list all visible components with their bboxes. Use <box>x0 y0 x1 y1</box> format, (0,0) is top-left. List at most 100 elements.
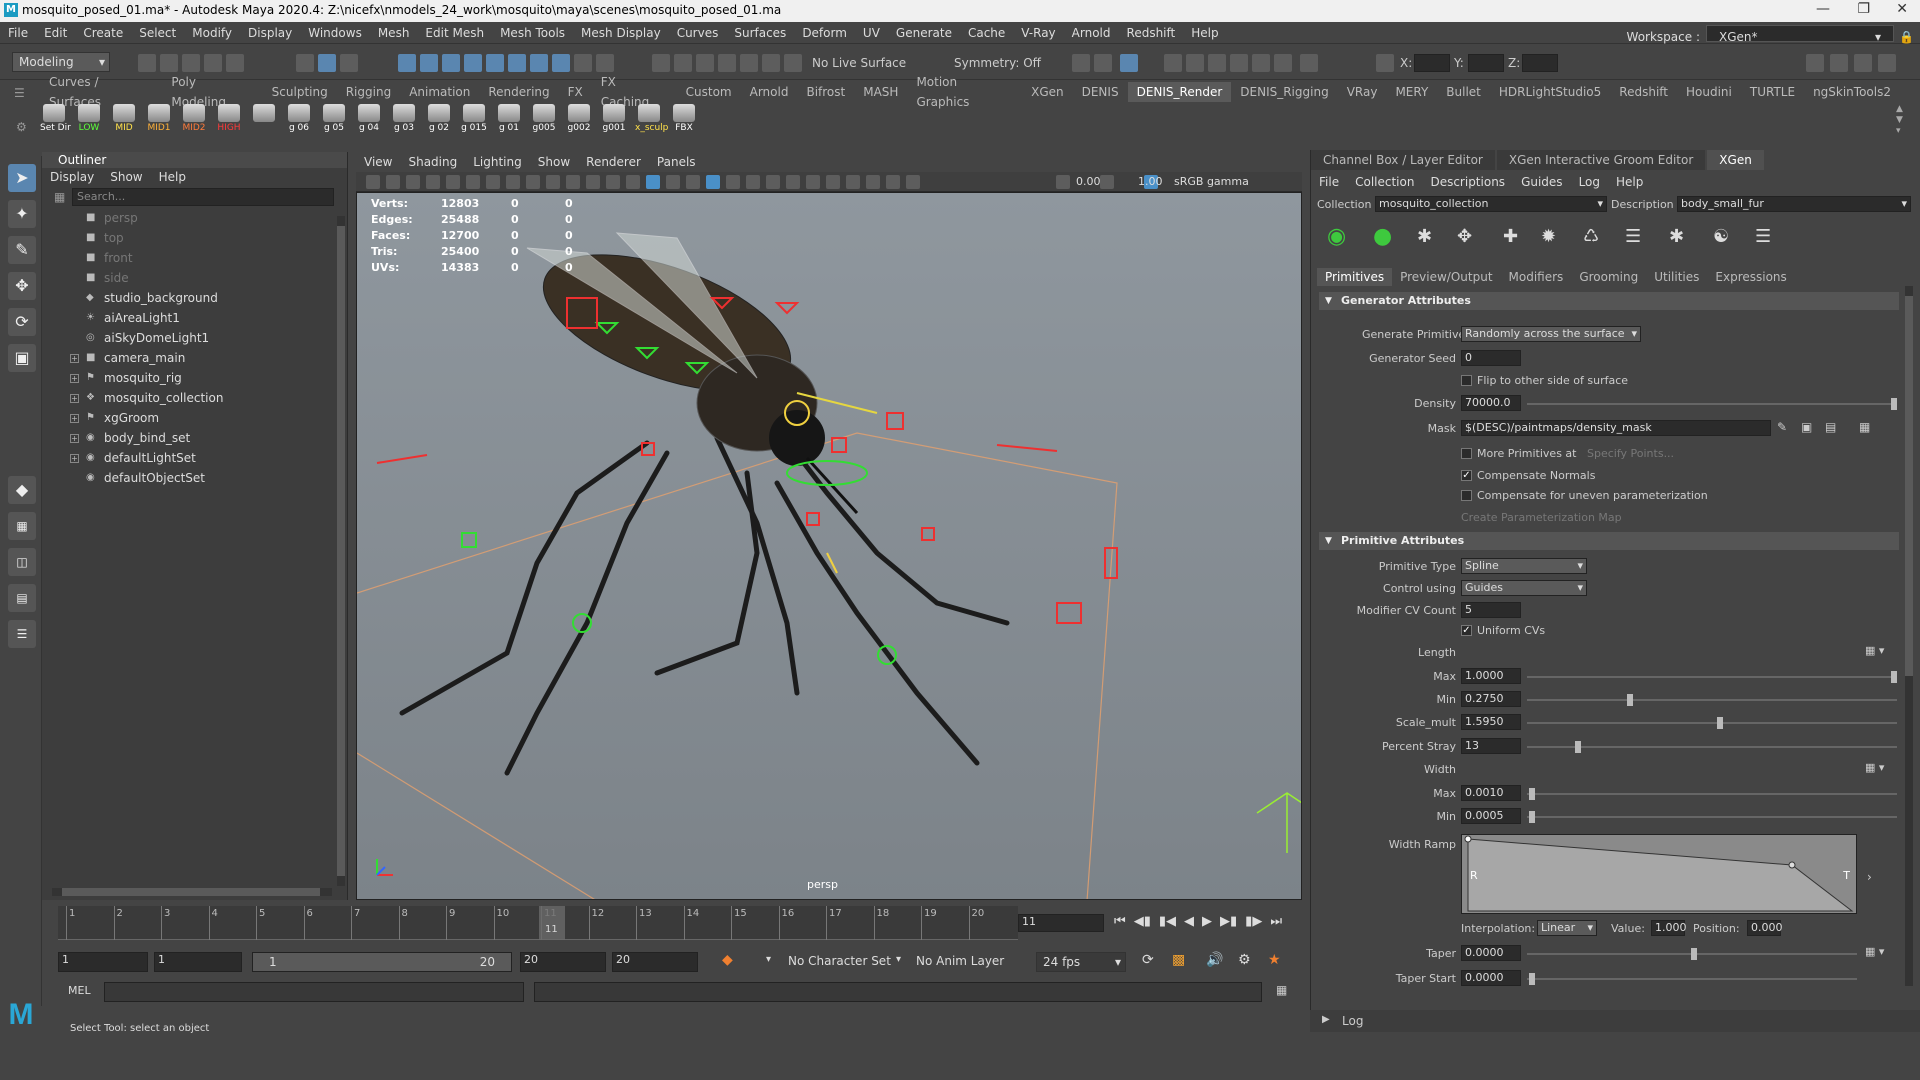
shelf-tab-rendering[interactable]: Rendering <box>479 82 558 102</box>
film-gate-icon[interactable] <box>506 175 520 189</box>
depth-of-field-icon[interactable] <box>826 175 840 189</box>
wireframe-icon[interactable] <box>626 175 640 189</box>
workspace-dropdown[interactable]: XGen* ▾ <box>1706 25 1894 44</box>
expand-icon[interactable]: + <box>70 374 79 383</box>
scale-mult-field[interactable]: 1.5950 <box>1461 714 1521 730</box>
shelf-button[interactable]: LOW <box>75 104 103 136</box>
outliner-item[interactable]: + ◉ defaultLightSet <box>42 448 347 468</box>
outliner-item[interactable]: ■ top <box>42 228 347 248</box>
shelf-tab-hdrlightstudio5[interactable]: HDRLightStudio5 <box>1490 82 1610 102</box>
snap-curve-icon[interactable] <box>420 54 438 72</box>
ambient-occlusion-icon[interactable] <box>766 175 780 189</box>
shelf-tab-ngskintools2[interactable]: ngSkinTools2 <box>1804 82 1900 102</box>
select-camera-icon[interactable] <box>366 175 380 189</box>
backface-culling-icon[interactable] <box>906 175 920 189</box>
subtab-utilities[interactable]: Utilities <box>1646 268 1707 286</box>
fps-dropdown[interactable]: 24 fps ▾ <box>1036 952 1126 972</box>
use-all-lights-icon[interactable] <box>726 175 740 189</box>
control-using-dropdown[interactable]: Guides ▾ <box>1461 580 1587 596</box>
viewport-menu-show[interactable]: Show <box>530 152 578 172</box>
motion-blur-icon[interactable] <box>786 175 800 189</box>
menu-generate[interactable]: Generate <box>888 22 960 44</box>
default-material-icon[interactable] <box>666 175 680 189</box>
map-options-icon[interactable]: ▦ <box>1859 420 1870 434</box>
width-max-field[interactable]: 0.0010 <box>1461 785 1521 801</box>
menu-display[interactable]: Display <box>240 22 300 44</box>
shelf-button[interactable]: g005 <box>530 104 558 136</box>
menu-mesh-display[interactable]: Mesh Display <box>573 22 669 44</box>
grease-pencil-icon[interactable] <box>466 175 480 189</box>
menu-edit-mesh[interactable]: Edit Mesh <box>417 22 492 44</box>
select-camera-icon[interactable] <box>1072 54 1090 72</box>
pause-icon[interactable] <box>1274 54 1292 72</box>
shelf-button[interactable]: HIGH <box>215 104 243 136</box>
save-scene-icon[interactable] <box>182 54 200 72</box>
shelf-button[interactable]: g 015 <box>460 104 488 136</box>
menu-windows[interactable]: Windows <box>300 22 370 44</box>
viewport-menu-renderer[interactable]: Renderer <box>578 152 649 172</box>
isolate-select-icon[interactable] <box>846 175 860 189</box>
shelf-button[interactable]: MID2 <box>180 104 208 136</box>
command-input[interactable] <box>104 982 524 1002</box>
character-set-dropdown[interactable]: No Character Set <box>788 954 891 968</box>
symmetry-label[interactable]: Symmetry: Off <box>954 56 1041 70</box>
exposure-icon[interactable] <box>1056 175 1070 189</box>
outliner-item[interactable]: + ◉ body_bind_set <box>42 428 347 448</box>
outliner-search-input[interactable]: Search... <box>72 188 334 206</box>
outliner-item[interactable]: + ❖ mosquito_collection <box>42 388 347 408</box>
viewport-menu-lighting[interactable]: Lighting <box>465 152 530 172</box>
add-guide-icon[interactable]: ✱ <box>1417 226 1432 247</box>
percent-stray-field[interactable]: 13 <box>1461 738 1521 754</box>
guide-add-cv-icon[interactable]: ✚ <box>1503 226 1518 247</box>
mode-dropdown[interactable]: Modeling ▾ <box>12 52 110 72</box>
shelf-button[interactable]: g 06 <box>285 104 313 136</box>
generator-attributes-header[interactable]: Generator Attributes <box>1319 292 1899 310</box>
shelf-tab-xgen[interactable]: XGen <box>1022 82 1073 102</box>
outliner-item[interactable]: ◎ aiSkyDomeLight1 <box>42 328 347 348</box>
select-tool-icon[interactable]: ➤ <box>8 164 36 192</box>
more-primitives-checkbox[interactable] <box>1461 448 1472 459</box>
snap-grid-icon[interactable] <box>398 54 416 72</box>
shelf-tab-custom[interactable]: Custom <box>677 82 741 102</box>
magnet-icon[interactable] <box>652 54 670 72</box>
width-ramp-editor[interactable]: R T <box>1461 834 1857 914</box>
outliner-menu-display[interactable]: Display <box>42 168 102 186</box>
guide-normalize-icon[interactable]: ☰ <box>1625 226 1641 247</box>
close-icon[interactable]: ✕ <box>1896 1 1908 17</box>
lock-camera-icon[interactable] <box>1094 54 1112 72</box>
outliner-item[interactable]: ◆ studio_background <box>42 288 347 308</box>
viewport-menu-view[interactable]: View <box>356 152 400 172</box>
taper-start-field[interactable]: 0.0000 <box>1461 970 1521 986</box>
menu-mesh-tools[interactable]: Mesh Tools <box>492 22 573 44</box>
expand-icon[interactable]: + <box>70 354 79 363</box>
ipr-icon[interactable] <box>1208 54 1226 72</box>
subtab-grooming[interactable]: Grooming <box>1571 268 1646 286</box>
maximize-icon[interactable]: ❐ <box>1857 1 1870 17</box>
viewport-3d[interactable]: Verts: 12803 0 0 Edges: 25488 0 0 Faces: 12700 0 0 T… <box>356 192 1302 900</box>
snap-view-icon[interactable] <box>464 54 482 72</box>
shelf-tab-animation[interactable]: Animation <box>400 82 479 102</box>
xgen-scrollbar[interactable] <box>1905 286 1913 986</box>
attribute-editor-icon[interactable] <box>1830 54 1848 72</box>
ramp-position-field[interactable]: 0.000 <box>1747 920 1783 936</box>
generate-primitives-dropdown[interactable]: Randomly across the surface ▾ <box>1461 326 1641 342</box>
textured-icon[interactable] <box>706 175 720 189</box>
playback-start-field[interactable]: 1 <box>154 952 242 972</box>
ramp-value-field[interactable]: 1.000 <box>1651 920 1687 936</box>
channel-box-icon[interactable] <box>1878 54 1896 72</box>
ipr-render-icon[interactable] <box>718 54 736 72</box>
length-max-slider[interactable] <box>1527 671 1897 683</box>
length-max-field[interactable]: 1.0000 <box>1461 668 1521 684</box>
menu-modify[interactable]: Modify <box>184 22 240 44</box>
length-map-icon[interactable]: ▦ ▾ <box>1865 644 1884 657</box>
absolute-transform-icon[interactable] <box>1376 54 1394 72</box>
start-time-field[interactable]: 1 <box>58 952 148 972</box>
expand-icon[interactable]: + <box>70 414 79 423</box>
outliner-item[interactable]: ■ persp <box>42 208 347 228</box>
safe-action-icon[interactable] <box>586 175 600 189</box>
outliner-scrollbar[interactable] <box>337 216 345 886</box>
shelf-tab-denis-rigging[interactable]: DENIS_Rigging <box>1231 82 1337 102</box>
single-view-icon[interactable]: ◆ <box>8 476 36 504</box>
subtab-primitives[interactable]: Primitives <box>1317 268 1393 286</box>
wireframe-on-shaded-icon[interactable] <box>686 175 700 189</box>
